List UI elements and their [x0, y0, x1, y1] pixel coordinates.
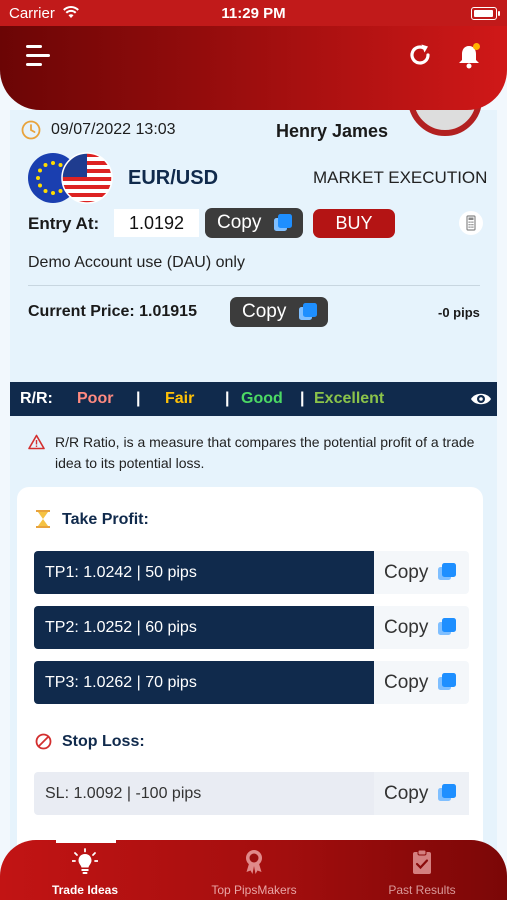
- entry-label: Entry At:: [28, 214, 100, 233]
- stop-icon: [35, 733, 52, 750]
- tp-value: TP3: 1.0262 | 70 pips: [34, 661, 374, 704]
- rr-level-excellent: Excellent: [314, 390, 385, 407]
- entry-price-value: 1.0192: [114, 209, 199, 237]
- tp-value: TP1: 1.0242 | 50 pips: [34, 551, 374, 594]
- tp-row: TP3: 1.0262 | 70 pips Copy: [34, 661, 469, 704]
- pips-delta: -0 pips: [438, 305, 480, 320]
- rr-level-fair: Fair: [165, 390, 195, 407]
- eur-usd-flags-icon: [28, 152, 113, 204]
- trade-datetime: 09/07/2022 13:03: [51, 121, 176, 138]
- copy-tp1-label: Copy: [384, 562, 429, 583]
- tp-value: TP2: 1.0252 | 60 pips: [34, 606, 374, 649]
- copy-icon: [438, 784, 456, 801]
- copy-sl-button[interactable]: Copy: [374, 772, 469, 815]
- clock-icon: [21, 120, 41, 140]
- bottom-nav: Trade Ideas Top PipsMakers Past Results: [0, 840, 507, 900]
- copy-tp2-label: Copy: [384, 617, 429, 638]
- warning-icon: [28, 434, 45, 450]
- menu-icon[interactable]: [26, 43, 52, 69]
- copy-sl-label: Copy: [384, 783, 429, 804]
- copy-tp3-button[interactable]: Copy: [374, 661, 469, 704]
- divider: [28, 285, 480, 286]
- tab-past-results-label: Past Results: [388, 883, 456, 897]
- currency-pair: EUR/USD: [128, 167, 219, 189]
- buy-button[interactable]: BUY: [313, 209, 395, 238]
- clipboard-check-icon: [413, 849, 431, 874]
- copy-tp3-label: Copy: [384, 672, 429, 693]
- eye-icon[interactable]: [470, 390, 492, 408]
- tab-top-pipsmakers[interactable]: Top PipsMakers: [169, 840, 339, 900]
- copy-current-price-button[interactable]: Copy: [230, 297, 328, 327]
- current-price: Current Price: 1.01915: [28, 303, 197, 320]
- tp-row: TP2: 1.0252 | 60 pips Copy: [34, 606, 469, 649]
- rr-separator: |: [300, 390, 305, 407]
- copy-icon: [299, 303, 317, 320]
- tp-row: TP1: 1.0242 | 50 pips Copy: [34, 551, 469, 594]
- copy-tp1-button[interactable]: Copy: [374, 551, 469, 594]
- rr-separator: |: [136, 390, 141, 407]
- copy-entry-button[interactable]: Copy: [205, 208, 303, 238]
- sl-value: SL: 1.0092 | -100 pips: [45, 785, 202, 802]
- refresh-icon[interactable]: [406, 41, 434, 69]
- battery-icon: [471, 7, 500, 20]
- tab-top-pipsmakers-label: Top PipsMakers: [211, 883, 297, 897]
- rr-label: R/R:: [20, 390, 53, 407]
- rr-level-poor: Poor: [77, 390, 114, 407]
- copy-current-price-label: Copy: [242, 301, 287, 322]
- status-time: 11:29 PM: [221, 5, 286, 22]
- lightbulb-icon: [72, 848, 98, 874]
- rr-ratio-bar: R/R: Poor | Fair | Good | Excellent: [10, 382, 497, 416]
- tab-past-results[interactable]: Past Results: [337, 840, 507, 900]
- tab-trade-ideas-label: Trade Ideas: [51, 883, 119, 897]
- copy-icon: [438, 563, 456, 580]
- copy-icon: [438, 673, 456, 690]
- tab-trade-ideas[interactable]: Trade Ideas: [0, 840, 170, 900]
- award-icon: [246, 850, 262, 874]
- rr-separator: |: [225, 390, 230, 407]
- active-tab-indicator: [56, 840, 116, 843]
- rr-level-good: Good: [241, 390, 283, 407]
- trader-name: Henry James: [276, 121, 389, 141]
- hourglass-icon: [36, 510, 50, 528]
- copy-entry-label: Copy: [217, 212, 262, 233]
- rr-description: R/R Ratio, is a measure that compares th…: [55, 434, 475, 471]
- demo-account-note: Demo Account use (DAU) only: [28, 254, 245, 271]
- take-profit-title: Take Profit:: [62, 511, 149, 528]
- sl-row: SL: 1.0092 | -100 pips Copy: [34, 772, 469, 815]
- copy-icon: [274, 214, 292, 231]
- stop-loss-title: Stop Loss:: [62, 733, 145, 750]
- status-bar: Carrier 11:29 PM: [0, 0, 507, 26]
- copy-icon: [438, 618, 456, 635]
- notification-bell-icon[interactable]: [456, 42, 482, 70]
- execution-type: MARKET EXECUTION: [313, 168, 488, 187]
- calculator-icon[interactable]: [459, 211, 483, 235]
- copy-tp2-button[interactable]: Copy: [374, 606, 469, 649]
